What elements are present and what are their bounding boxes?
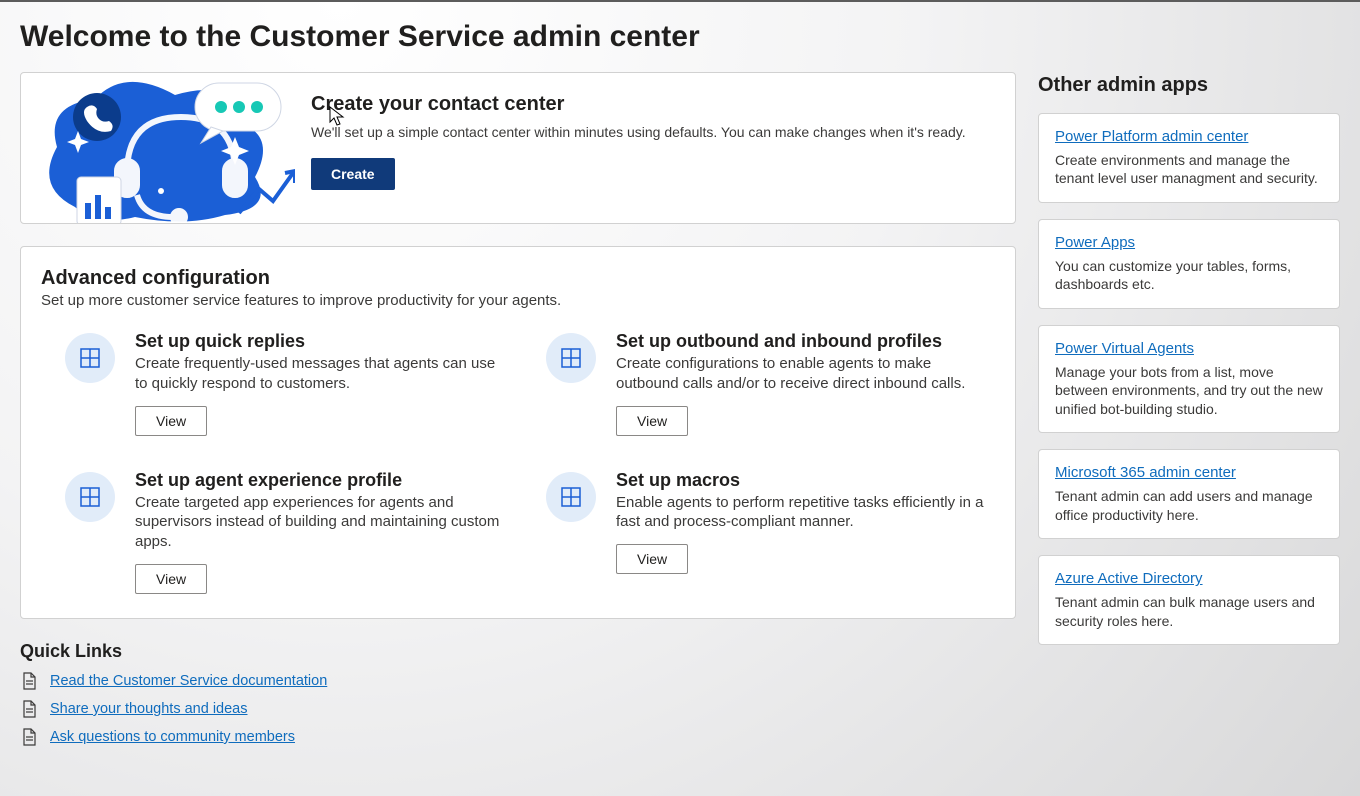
main-layout: Create your contact center We'll set up … xyxy=(20,72,1340,756)
other-apps-title: Other admin apps xyxy=(1038,74,1340,97)
grid-icon xyxy=(546,333,596,383)
app-desc: You can customize your tables, forms, da… xyxy=(1055,257,1323,294)
hero-title: Create your contact center xyxy=(311,93,991,116)
create-button[interactable]: Create xyxy=(311,158,395,190)
adv-item-agent-experience: Set up agent experience profile Create t… xyxy=(65,470,506,594)
document-icon xyxy=(20,672,38,690)
app-link[interactable]: Azure Active Directory xyxy=(1055,570,1203,587)
view-button[interactable]: View xyxy=(135,406,207,436)
advanced-title: Advanced configuration xyxy=(41,267,987,290)
hero-body: Create your contact center We'll set up … xyxy=(289,73,1015,223)
app-link[interactable]: Power Virtual Agents xyxy=(1055,340,1194,357)
adv-item-desc: Enable agents to perform repetitive task… xyxy=(616,493,987,533)
quick-link-row: Ask questions to community members xyxy=(20,728,1016,746)
adv-item-quick-replies: Set up quick replies Create frequently-u… xyxy=(65,331,506,436)
grid-icon xyxy=(65,472,115,522)
hero-description: We'll set up a simple contact center wit… xyxy=(311,124,991,140)
adv-item-macros: Set up macros Enable agents to perform r… xyxy=(546,470,987,594)
app-desc: Tenant admin can add users and manage of… xyxy=(1055,487,1323,524)
app-desc: Manage your bots from a list, move betwe… xyxy=(1055,363,1323,418)
adv-item-desc: Create targeted app experiences for agen… xyxy=(135,493,506,552)
hero-card: Create your contact center We'll set up … xyxy=(20,72,1016,224)
quick-link-row: Read the Customer Service documentation xyxy=(20,672,1016,690)
document-icon xyxy=(20,700,38,718)
adv-item-title: Set up agent experience profile xyxy=(135,470,506,491)
adv-item-desc: Create configurations to enable agents t… xyxy=(616,354,987,394)
quick-link-community[interactable]: Ask questions to community members xyxy=(50,729,295,745)
app-desc: Tenant admin can bulk manage users and s… xyxy=(1055,593,1323,630)
view-button[interactable]: View xyxy=(616,406,688,436)
quick-link-docs[interactable]: Read the Customer Service documentation xyxy=(50,673,327,689)
app-card-power-apps: Power Apps You can customize your tables… xyxy=(1038,219,1340,309)
contact-center-illustration-icon xyxy=(35,77,295,224)
app-link[interactable]: Microsoft 365 admin center xyxy=(1055,464,1236,481)
app-desc: Create environments and manage the tenan… xyxy=(1055,151,1323,188)
page-title: Welcome to the Customer Service admin ce… xyxy=(20,20,1340,54)
advanced-config-card: Advanced configuration Set up more custo… xyxy=(20,246,1016,619)
quick-links: Quick Links Read the Customer Service do… xyxy=(20,641,1016,756)
quick-link-row: Share your thoughts and ideas xyxy=(20,700,1016,718)
adv-item-title: Set up macros xyxy=(616,470,987,491)
app-link[interactable]: Power Platform admin center xyxy=(1055,128,1248,145)
adv-item-title: Set up quick replies xyxy=(135,331,506,352)
right-column: Other admin apps Power Platform admin ce… xyxy=(1038,72,1340,756)
advanced-subtitle: Set up more customer service features to… xyxy=(41,292,987,309)
quick-links-title: Quick Links xyxy=(20,641,1016,662)
grid-icon xyxy=(546,472,596,522)
adv-item-desc: Create frequently-used messages that age… xyxy=(135,354,506,394)
app-card-power-platform: Power Platform admin center Create envir… xyxy=(1038,113,1340,203)
app-link[interactable]: Power Apps xyxy=(1055,234,1135,251)
view-button[interactable]: View xyxy=(616,544,688,574)
app-card-power-virtual-agents: Power Virtual Agents Manage your bots fr… xyxy=(1038,325,1340,433)
left-column: Create your contact center We'll set up … xyxy=(20,72,1016,756)
adv-item-profiles: Set up outbound and inbound profiles Cre… xyxy=(546,331,987,436)
advanced-grid: Set up quick replies Create frequently-u… xyxy=(41,331,987,594)
quick-link-feedback[interactable]: Share your thoughts and ideas xyxy=(50,701,248,717)
app-card-aad: Azure Active Directory Tenant admin can … xyxy=(1038,555,1340,645)
app-card-m365: Microsoft 365 admin center Tenant admin … xyxy=(1038,449,1340,539)
view-button[interactable]: View xyxy=(135,564,207,594)
document-icon xyxy=(20,728,38,746)
adv-item-title: Set up outbound and inbound profiles xyxy=(616,331,987,352)
hero-illustration xyxy=(21,73,289,223)
grid-icon xyxy=(65,333,115,383)
